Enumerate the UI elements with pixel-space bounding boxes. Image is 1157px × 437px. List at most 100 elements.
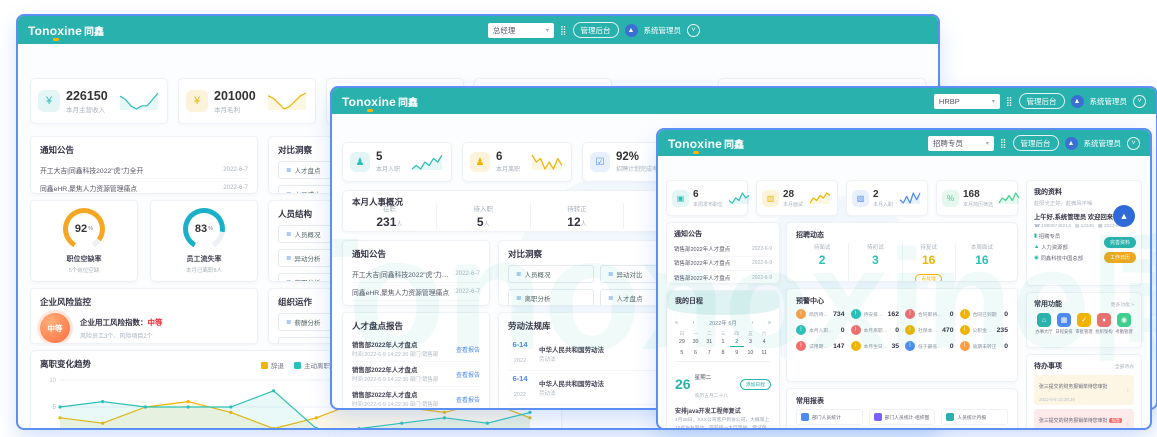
notice-item[interactable]: 同鑫eHR,聚焦人力资源管理痛点2022-6-7 bbox=[40, 179, 248, 194]
admin-backend-button[interactable]: 管理后台 bbox=[1019, 93, 1065, 109]
calendar-day[interactable]: 11 bbox=[757, 350, 771, 357]
window-body: Tonoxine同鑫 ▣ 6本周发布职位 ▥ 28本月面试 ▨ 2本月入职 bbox=[658, 156, 1150, 428]
role-select-value: HRBP bbox=[939, 97, 960, 106]
calendar-day[interactable]: 3 bbox=[744, 339, 758, 347]
talent-report-row[interactable]: 销售部2022年人才盘点时间:2022-6-9 14:22:30 部门:销售部 … bbox=[352, 387, 480, 408]
alert-icon bbox=[851, 309, 861, 319]
calendar-day[interactable]: 2 bbox=[730, 339, 744, 347]
username: 系统管理员 bbox=[1090, 96, 1128, 107]
apps-grid-icon[interactable]: ⣿ bbox=[1006, 96, 1013, 107]
function-tile[interactable]: ✓ 审批管理 bbox=[1074, 313, 1094, 335]
notice-list: 销售部2022年人才盘点2022-6-9销售部2022年人才盘点2022-6-9… bbox=[674, 242, 772, 284]
notice-item[interactable]: 销售部2022年人才盘点2022-6-9 bbox=[674, 257, 772, 272]
calendar-day[interactable]: 9 bbox=[730, 350, 744, 357]
card-title: 通知公告 bbox=[352, 248, 480, 260]
todo-item[interactable]: 张三提交的财务报销单待您审批加急 2022-6-9 10:39:35 › bbox=[1034, 375, 1134, 405]
talent-report-row[interactable]: 销售部2022年人才盘点时间:2022-6-9 14:22:30 部门:销售部 … bbox=[352, 337, 480, 362]
apps-grid-icon[interactable]: ⣿ bbox=[560, 25, 567, 36]
role-select[interactable]: 招聘专员▾ bbox=[928, 136, 994, 151]
complete-profile-button[interactable]: 完善资料 bbox=[1104, 237, 1136, 248]
warning-item[interactable]: 公积金缴人员 235 bbox=[960, 325, 1009, 335]
next-year-icon[interactable]: » bbox=[768, 320, 771, 326]
warning-item[interactable]: 本月入职人员 0 bbox=[796, 325, 845, 335]
avatar[interactable]: ▲ bbox=[1071, 95, 1084, 108]
legend-item[interactable]: 辞退 bbox=[261, 360, 284, 370]
logout-icon[interactable]: ˅ bbox=[1133, 95, 1146, 108]
work-calendar-button[interactable]: 工作日历 bbox=[1104, 252, 1136, 263]
calendar-day[interactable]: 10 bbox=[744, 350, 758, 357]
calendar-day[interactable]: 30 bbox=[689, 339, 703, 347]
calendar-day[interactable]: 4 bbox=[757, 339, 771, 347]
card-title: 人才盘点报告 bbox=[352, 320, 480, 332]
admin-backend-button[interactable]: 管理后台 bbox=[573, 22, 619, 38]
notice-item[interactable]: 同鑫eHR,聚焦人力资源管理痛点2022-6-7 bbox=[352, 283, 480, 301]
avatar[interactable]: ▲ bbox=[1113, 205, 1135, 227]
report-button[interactable]: 部门人员统计 bbox=[796, 409, 863, 425]
calendar-day[interactable]: 6 bbox=[689, 350, 703, 357]
function-tile[interactable]: ▦ 日程安排 bbox=[1054, 313, 1074, 335]
view-report-link[interactable]: 查看报告 bbox=[456, 370, 480, 379]
notice-board-card: 通知公告 销售部2022年人才盘点2022-6-9销售部2022年人才盘点202… bbox=[666, 222, 780, 284]
avatar[interactable]: ▲ bbox=[625, 24, 638, 37]
apps-grid-icon[interactable]: ⣿ bbox=[1000, 138, 1007, 149]
warning-item[interactable]: 低于最低工资标准 0 bbox=[905, 341, 954, 351]
role-select[interactable]: HRBP▾ bbox=[934, 94, 1000, 109]
function-icon: ♦ bbox=[1097, 313, 1111, 327]
calendar-day[interactable]: 1 bbox=[716, 339, 730, 347]
logout-icon[interactable]: ˅ bbox=[1127, 137, 1140, 150]
view-report-link[interactable]: 查看报告 bbox=[456, 395, 480, 404]
analysis-button[interactable]: ≣离职分析 bbox=[508, 289, 594, 306]
warning-item[interactable]: 合同已到期 0 bbox=[960, 309, 1009, 319]
function-tile[interactable]: ◉ 考勤管理 bbox=[1114, 313, 1134, 335]
warning-item[interactable]: 待安排面试 162 bbox=[851, 309, 900, 319]
report-button[interactable]: 部门人员统计-组织图 bbox=[869, 409, 936, 425]
warning-item[interactable]: 简历待处理 734 bbox=[796, 309, 845, 319]
function-tile[interactable]: ♦ 组织架构 bbox=[1094, 313, 1114, 335]
report-button[interactable]: 人员统计月报 bbox=[941, 409, 1008, 425]
warning-item[interactable]: 合同即将到期 0 bbox=[905, 309, 954, 319]
prev-year-icon[interactable]: « bbox=[675, 320, 678, 326]
calendar-day[interactable]: 5 bbox=[675, 350, 689, 357]
logout-icon[interactable]: ˅ bbox=[687, 24, 700, 37]
view-report-link[interactable]: 查看报告 bbox=[456, 345, 480, 354]
function-tile[interactable]: ⌂ 办事大厅 bbox=[1034, 313, 1054, 335]
avatar[interactable]: ▲ bbox=[1065, 137, 1078, 150]
stat-value: 92% bbox=[616, 151, 658, 163]
warning-item[interactable]: 社保本月缴人员 470 bbox=[905, 325, 954, 335]
my-schedule-card: 我的日程 « ‹ 2022年 6月 › » 日一二三四五六 2930311234… bbox=[666, 290, 780, 428]
all-todos-link[interactable]: 全部待办 bbox=[1115, 363, 1134, 370]
warning-item[interactable]: 试用期将到期 147 bbox=[796, 341, 845, 351]
next-month-icon[interactable]: › bbox=[751, 320, 753, 326]
legend-item[interactable]: 主动离职 bbox=[294, 360, 330, 370]
calendar-day[interactable]: 8 bbox=[716, 350, 730, 357]
role-select[interactable]: 总经理▾ bbox=[488, 23, 554, 38]
recruit-column: 本周面试 16 bbox=[955, 243, 1008, 282]
warning-item[interactable]: 本月离职人员 0 bbox=[851, 325, 900, 335]
stat-card-hires: ♟ 5本月入职 bbox=[342, 142, 452, 182]
notice-item[interactable]: 销售部2022年人才盘点2022-6-9 bbox=[674, 271, 772, 284]
warning-item[interactable]: 逾期未转正 0 bbox=[960, 341, 1009, 351]
schedule-event[interactable]: 安排java开发工程师复试 4月26日，XXX公司客户到访公司，大概早上10点左… bbox=[675, 406, 771, 428]
risk-level-badge: 中等 bbox=[40, 313, 70, 343]
admin-backend-button[interactable]: 管理后台 bbox=[1013, 135, 1059, 151]
prev-month-icon[interactable]: ‹ bbox=[693, 320, 695, 326]
warning-item[interactable]: 本月生日人员 35 bbox=[851, 341, 900, 351]
calendar-day[interactable]: 7 bbox=[702, 350, 716, 357]
calendar-day[interactable]: 29 bbox=[675, 339, 689, 347]
more-functions-link[interactable]: 更多功能 > bbox=[1111, 301, 1134, 308]
notice-item[interactable]: 销售部2022年人才盘点2022-6-9 bbox=[674, 242, 772, 257]
stat-value: 2 bbox=[873, 189, 893, 200]
add-schedule-button[interactable]: 添加日程 bbox=[740, 379, 771, 390]
today-date: 26 bbox=[675, 376, 691, 392]
todo-item[interactable]: 张三提交的财务报销单待您审批加急 2022-6-9 10:39:35 › bbox=[1034, 409, 1134, 428]
stat-value: 6 bbox=[693, 189, 723, 200]
notice-item[interactable]: 开工大吉|同鑫科技2022"虎"力全开2022-6-7 bbox=[352, 265, 480, 283]
talent-report-row[interactable]: 销售部2022年人才盘点时间:2022-6-9 14:22:30 部门:销售部 … bbox=[352, 362, 480, 387]
handle-button[interactable]: 去处理 bbox=[915, 274, 941, 283]
list-icon: ≣ bbox=[516, 294, 521, 302]
notice-item[interactable]: 人事任命通知2022-6-7 bbox=[352, 301, 480, 306]
stat-card-leavers: ♟ 6本月离职 bbox=[462, 142, 572, 182]
notice-item[interactable]: 开工大吉|同鑫科技2022"虎"力全开2022-6-7 bbox=[40, 161, 248, 179]
analysis-button[interactable]: ≣人员概况 bbox=[508, 265, 594, 283]
calendar-day[interactable]: 31 bbox=[702, 339, 716, 347]
